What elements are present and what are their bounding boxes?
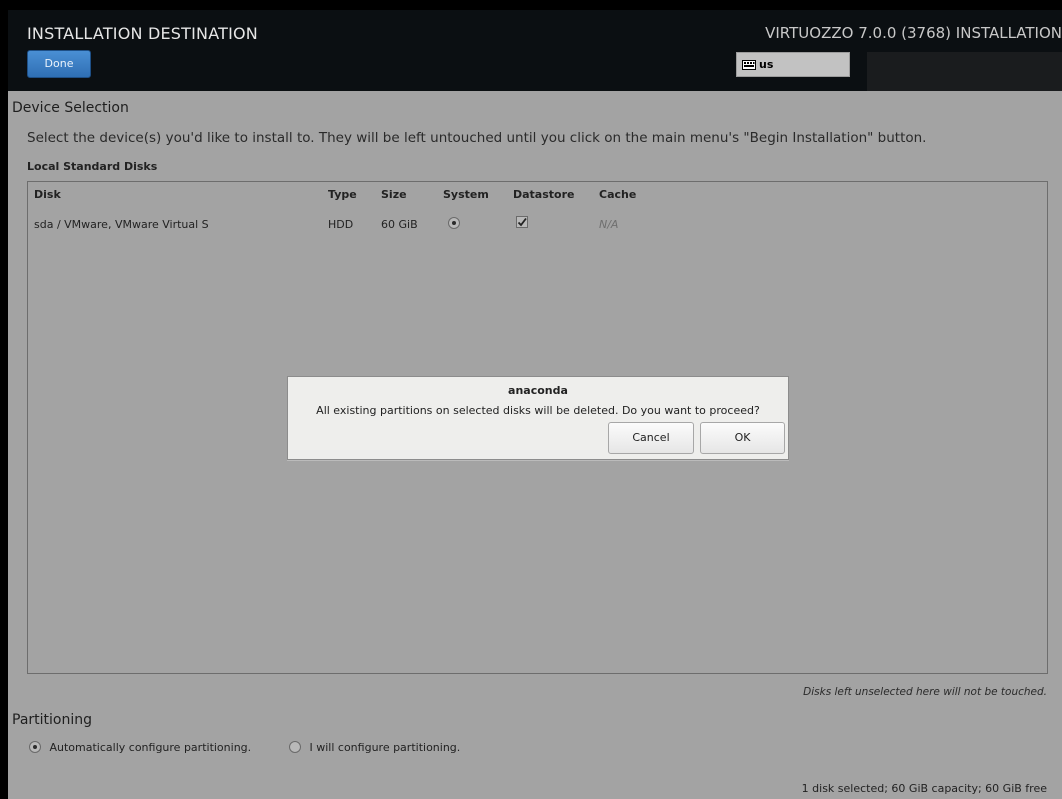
keyboard-layout-label: us bbox=[759, 58, 774, 71]
manual-partitioning-label: I will configure partitioning. bbox=[309, 741, 461, 754]
partitioning-title: Partitioning bbox=[12, 712, 92, 728]
keyboard-icon bbox=[742, 59, 756, 70]
col-header-cache: Cache bbox=[599, 188, 637, 201]
check-icon bbox=[517, 217, 527, 227]
disk-name: sda / VMware, VMware Virtual S bbox=[34, 218, 209, 231]
dialog-message: All existing partitions on selected disk… bbox=[316, 404, 760, 417]
col-header-system: System bbox=[443, 188, 489, 201]
page-title: INSTALLATION DESTINATION bbox=[27, 24, 258, 43]
disk-summary-status: 1 disk selected; 60 GiB capacity; 60 GiB… bbox=[801, 782, 1047, 795]
done-button[interactable]: Done bbox=[27, 50, 91, 78]
manual-partitioning-radio[interactable] bbox=[289, 741, 301, 753]
system-radio[interactable] bbox=[448, 217, 460, 229]
unselected-disks-note: Disks left unselected here will not be t… bbox=[803, 686, 1047, 698]
manual-partitioning-option[interactable]: I will configure partitioning. bbox=[289, 741, 460, 754]
header-shade bbox=[867, 52, 1062, 91]
header-bar: INSTALLATION DESTINATION Done VIRTUOZZO … bbox=[8, 10, 1062, 91]
datastore-checkbox[interactable] bbox=[516, 216, 528, 228]
product-title: VIRTUOZZO 7.0.0 (3768) INSTALLATION bbox=[765, 24, 1062, 42]
disk-cache: N/A bbox=[599, 218, 619, 231]
col-header-size: Size bbox=[381, 188, 407, 201]
keyboard-layout-indicator[interactable]: us bbox=[736, 52, 850, 77]
col-header-disk: Disk bbox=[34, 188, 61, 201]
auto-partitioning-radio[interactable] bbox=[29, 741, 41, 753]
confirm-dialog: anaconda All existing partitions on sele… bbox=[287, 376, 789, 460]
instruction-text: Select the device(s) you'd like to insta… bbox=[27, 130, 927, 146]
local-standard-disks-label: Local Standard Disks bbox=[27, 160, 158, 173]
disk-type: HDD bbox=[328, 218, 354, 231]
col-header-datastore: Datastore bbox=[513, 188, 575, 201]
disk-size: 60 GiB bbox=[381, 218, 418, 231]
device-selection-title: Device Selection bbox=[12, 100, 129, 116]
installer-window: INSTALLATION DESTINATION Done VIRTUOZZO … bbox=[8, 10, 1062, 799]
dialog-title: anaconda bbox=[508, 384, 568, 397]
auto-partitioning-option[interactable]: Automatically configure partitioning. bbox=[29, 741, 251, 754]
cancel-button[interactable]: Cancel bbox=[608, 422, 694, 454]
auto-partitioning-label: Automatically configure partitioning. bbox=[49, 741, 252, 754]
ok-button[interactable]: OK bbox=[700, 422, 785, 454]
col-header-type: Type bbox=[328, 188, 357, 201]
